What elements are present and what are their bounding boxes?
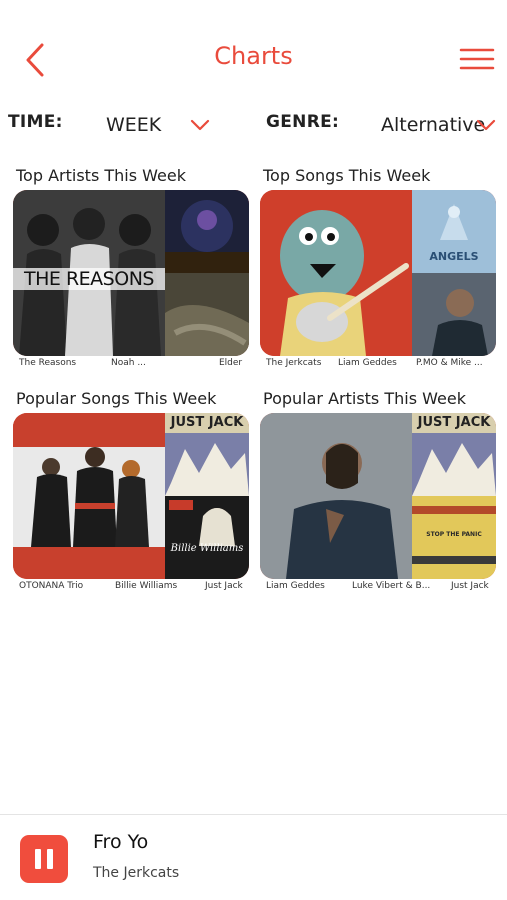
now-playing-artist: The Jerkcats xyxy=(93,865,180,881)
album-art-billie-williams xyxy=(165,496,249,579)
card-title-popular-songs: Popular Songs This Week xyxy=(16,389,217,408)
pause-button[interactable] xyxy=(20,835,68,883)
album-art-noah xyxy=(165,190,249,273)
album-art-elder xyxy=(165,273,249,356)
artist-name[interactable]: Liam Geddes xyxy=(338,358,397,368)
album-title-text: JUST JACK xyxy=(417,415,491,430)
time-select-value[interactable]: WEEK xyxy=(106,114,161,136)
artist-name[interactable]: Noah ... xyxy=(111,358,146,368)
hamburger-menu-icon xyxy=(459,48,495,70)
card-title-top-artists: Top Artists This Week xyxy=(16,166,186,185)
album-art-otonana-trio xyxy=(13,413,165,579)
header: Charts xyxy=(0,0,507,100)
time-chevron-down-icon[interactable] xyxy=(190,118,210,132)
artist-name[interactable]: Billie Williams xyxy=(115,581,177,591)
time-label: TIME: xyxy=(8,112,63,132)
now-playing-title: Fro Yo xyxy=(93,831,149,853)
menu-button[interactable] xyxy=(459,48,495,70)
card-title-top-songs: Top Songs This Week xyxy=(263,166,431,185)
album-title-text: JUST JACK xyxy=(170,415,244,430)
album-title-text: STOP THE PANIC xyxy=(426,531,482,538)
mini-player[interactable]: Fro Yo The Jerkcats xyxy=(0,814,507,900)
genre-chevron-down-icon[interactable] xyxy=(476,118,496,132)
names-row-popular-songs: OTONANA Trio Billie Williams Just Jack xyxy=(13,581,249,595)
names-row-popular-artists: Liam Geddes Luke Vibert & B... Just Jack xyxy=(260,581,496,595)
album-title-text: Billie Williams xyxy=(170,543,244,554)
tile-top-songs[interactable]: ANGELS xyxy=(260,190,496,356)
album-art-pmo-mike xyxy=(412,273,496,356)
artist-name[interactable]: P.MO & Mike ... xyxy=(416,358,483,368)
names-row-top-artists: The Reasons Noah ... Elder xyxy=(13,358,249,372)
artist-name[interactable]: OTONANA Trio xyxy=(19,581,83,591)
artist-name[interactable]: Liam Geddes xyxy=(266,581,325,591)
tile-popular-artists[interactable]: JUST JACK STOP THE PANIC xyxy=(260,413,496,579)
tile-top-artists[interactable]: THE REASONS xyxy=(13,190,249,356)
genre-label: GENRE: xyxy=(266,112,340,132)
album-art-liam-geddes xyxy=(260,413,412,579)
names-row-top-songs: The Jerkcats Liam Geddes P.MO & Mike ... xyxy=(260,358,496,372)
page-title: Charts xyxy=(214,42,293,70)
artist-name[interactable]: The Reasons xyxy=(19,358,76,368)
tile-popular-songs[interactable]: JUST JACK Billie Williams xyxy=(13,413,249,579)
artist-name[interactable]: Just Jack xyxy=(451,581,489,591)
artist-name[interactable]: Elder xyxy=(219,358,242,368)
artist-name[interactable]: Just Jack xyxy=(205,581,243,591)
album-title-text: ANGELS xyxy=(429,250,479,263)
artist-name[interactable]: Luke Vibert & B... xyxy=(352,581,430,591)
card-title-popular-artists: Popular Artists This Week xyxy=(263,389,466,408)
genre-select-value[interactable]: Alternative xyxy=(381,114,485,136)
album-title-text: THE REASONS xyxy=(24,268,154,290)
album-art-the-jerkcats xyxy=(260,190,412,356)
artist-name[interactable]: The Jerkcats xyxy=(266,358,321,368)
filter-bar: TIME: WEEK GENRE: Alternative xyxy=(0,112,507,142)
